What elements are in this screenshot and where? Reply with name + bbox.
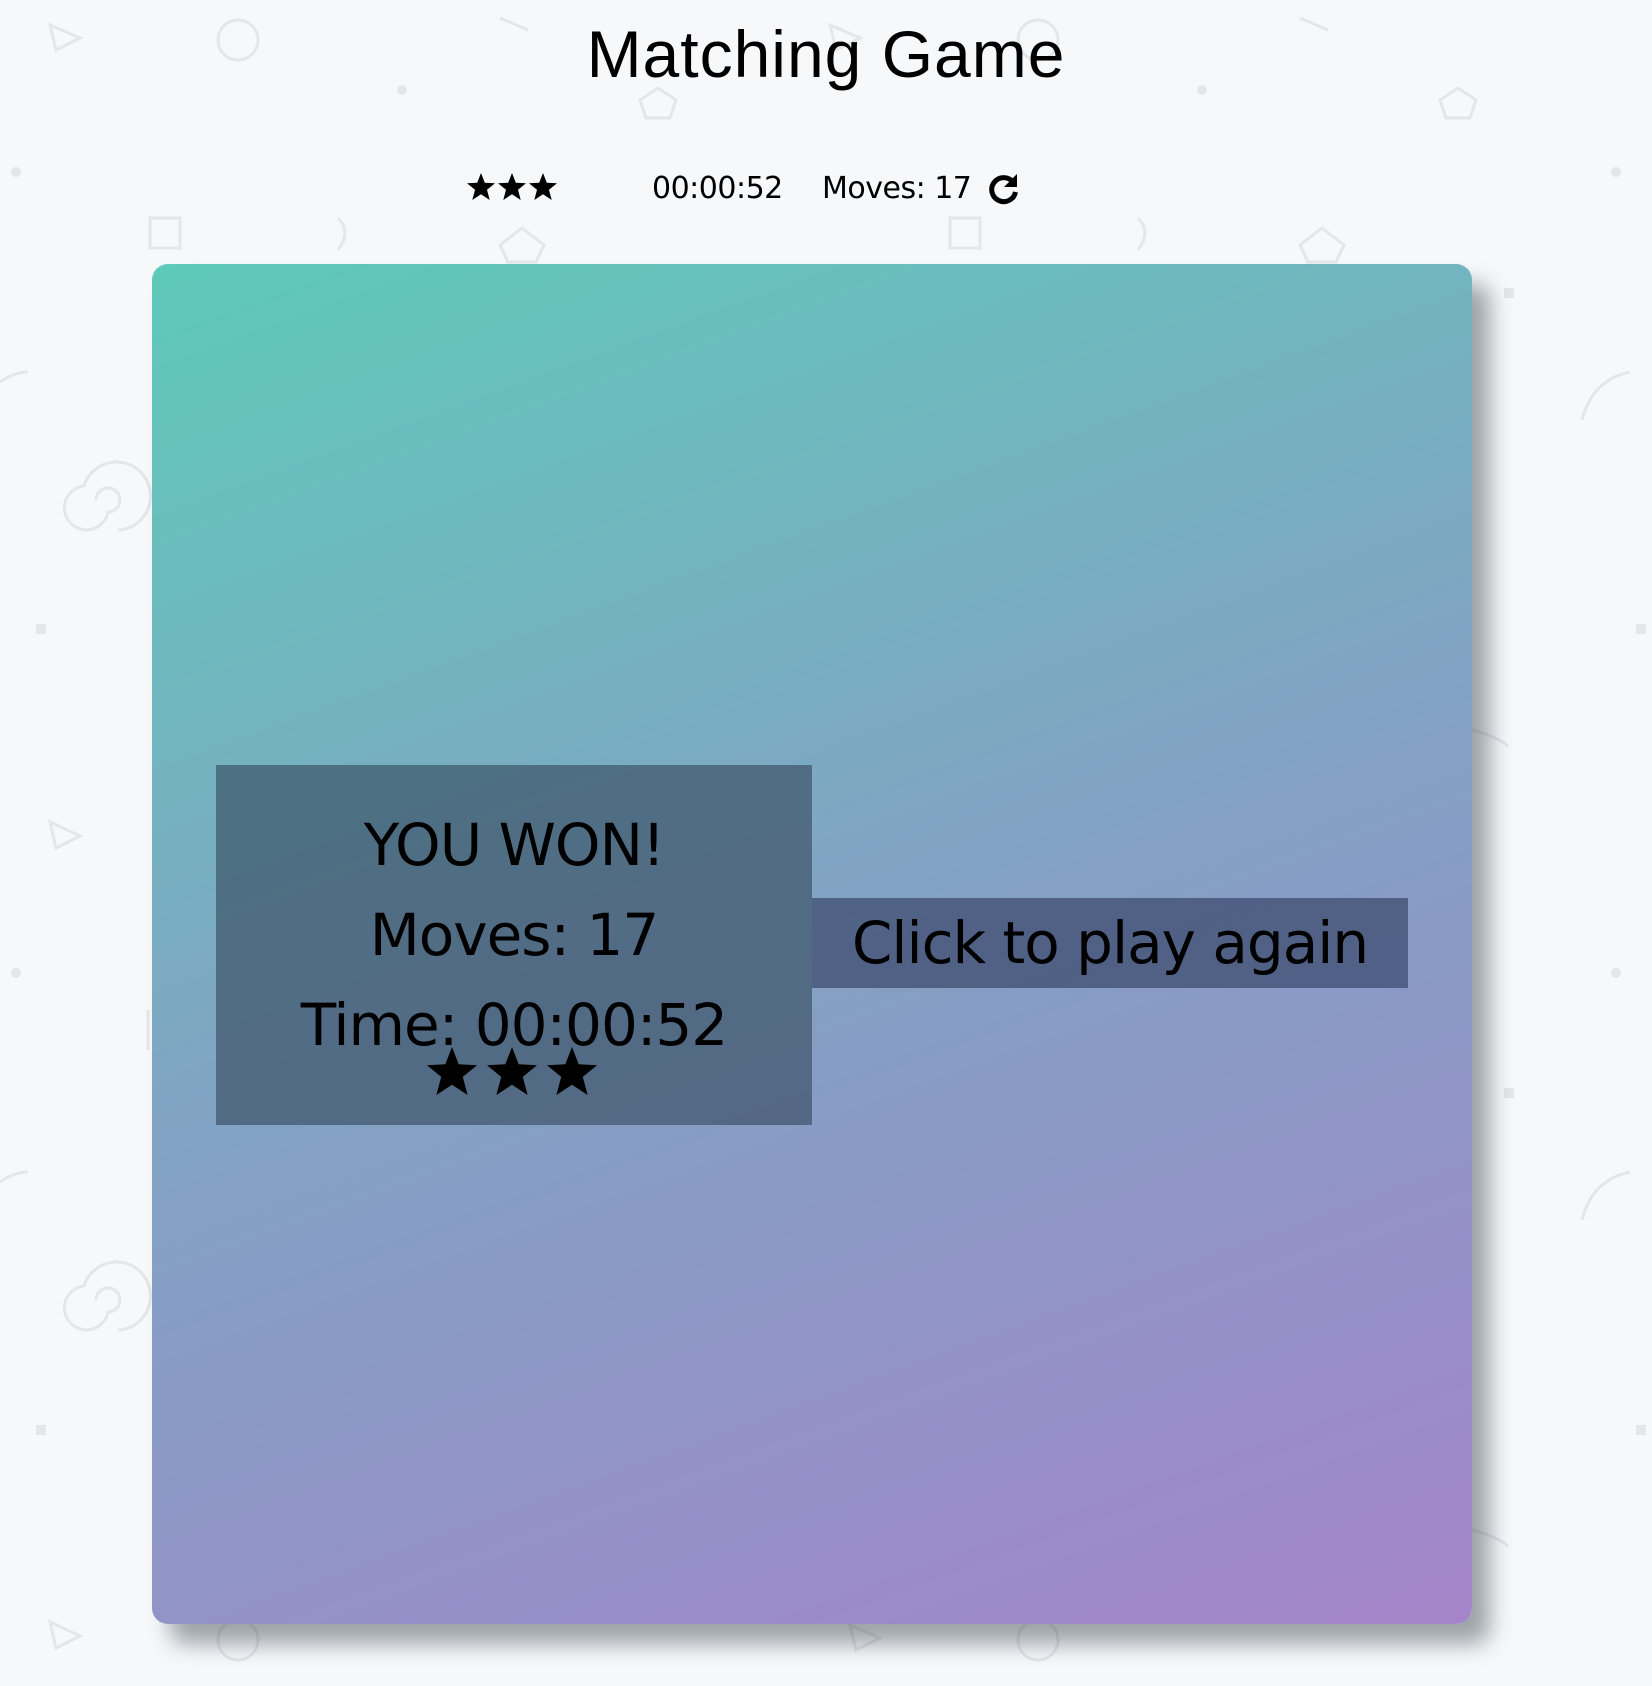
win-moves: Moves: 17 (369, 901, 660, 969)
star-rating (467, 173, 557, 200)
star-icon (498, 173, 526, 200)
timer: 00:00:52 (652, 171, 783, 206)
star-icon (529, 173, 557, 200)
win-star-rating (427, 1047, 597, 1095)
star-icon (547, 1047, 597, 1095)
win-summary: YOU WON! Moves: 17 Time: 00:00:52 (216, 765, 812, 1125)
restart-icon[interactable] (986, 171, 1022, 207)
moves-counter: Moves: 17 (822, 171, 972, 206)
star-icon (427, 1047, 477, 1095)
win-title: YOU WON! (363, 811, 665, 879)
star-icon (467, 173, 495, 200)
play-again-button[interactable]: Click to play again (812, 898, 1408, 988)
page-title: Matching Game (586, 17, 1066, 91)
star-icon (487, 1047, 537, 1095)
score-panel: 00:00:52 Moves: 17 (466, 165, 1046, 213)
